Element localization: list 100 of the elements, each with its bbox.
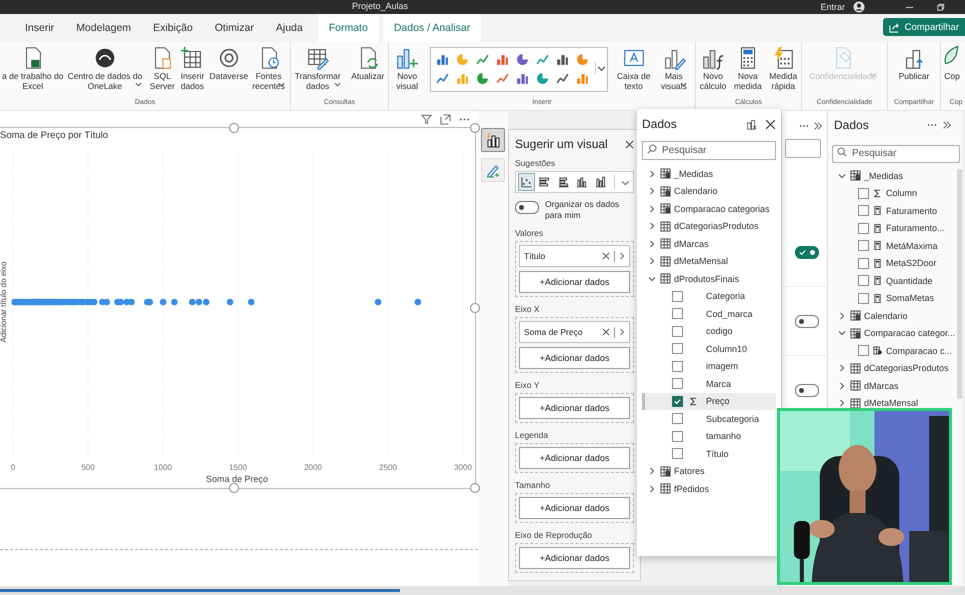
chart-type-icon[interactable] [516,53,529,66]
field-chip[interactable]: Soma de Preço [519,321,630,343]
resize-handle[interactable] [470,123,480,133]
field-item[interactable]: Faturamento... [830,220,957,237]
chevron-right-icon[interactable] [838,399,846,408]
chevron-right-icon[interactable] [619,252,625,260]
scroll-bar[interactable] [0,589,400,592]
format-visual-button[interactable] [481,158,505,182]
ribbon-button[interactable]: a de trabalho do Excel [1,45,64,91]
ribbon-button[interactable]: Publicar [898,45,930,81]
ribbon-button[interactable]: SQL Server [148,45,176,91]
search-field[interactable] [785,139,821,158]
remove-icon[interactable] [602,328,610,336]
field-item[interactable]: Marca [642,375,776,392]
ribbon-button[interactable]: Dataverse [208,45,250,81]
avatar-icon[interactable] [853,1,865,13]
ribbon-tab[interactable]: Ajuda [264,14,314,42]
checkbox[interactable] [672,448,683,460]
toggle-switch[interactable] [515,201,539,214]
model-view-icon[interactable] [746,118,757,130]
ribbon-button[interactable]: Centro de dados do OneLake [66,45,146,88]
table-item[interactable]: dProdutosFinais [642,270,776,288]
toggle-switch[interactable] [795,384,819,396]
chevron-right-icon[interactable] [838,312,846,320]
chart-type-icon[interactable] [436,53,449,66]
table-item[interactable]: Calendario [642,182,776,200]
field-item[interactable]: Comparacao c... [830,342,957,360]
table-item[interactable]: dMetaMensal [642,252,776,270]
table-item[interactable]: Comparacao categorias [642,200,776,218]
chevron-right-icon[interactable] [648,222,656,230]
chevron-right-icon[interactable] [648,484,656,493]
ribbon-button[interactable]: Medida rápida [768,45,798,91]
checkbox[interactable] [672,413,683,424]
table-item[interactable]: _Medidas [642,165,776,182]
filter-icon[interactable] [421,114,432,124]
chevron-right-icon[interactable] [838,364,846,372]
table-item[interactable]: dCategoriasProdutos [642,218,776,235]
field-item[interactable]: Preço [642,392,776,410]
field-item[interactable]: imagem [642,358,776,375]
chart-type-icon[interactable] [519,174,534,190]
table-item[interactable]: dCategoriasProdutos [830,360,957,377]
table-item[interactable]: dMetaMensal [830,394,957,412]
scroll-bar[interactable] [957,169,962,399]
remove-icon[interactable] [602,252,610,260]
add-data-button[interactable]: +Adicionar dados [519,397,630,419]
checkbox[interactable] [672,343,683,354]
field-item[interactable]: Título [642,445,776,462]
close-icon[interactable] [625,140,634,148]
checkbox[interactable] [858,188,869,199]
table-item[interactable]: Comparacao categor... [830,324,957,342]
ribbon-button[interactable]: Transformar dados [294,45,345,88]
field-chip[interactable]: Título [519,245,630,267]
checkbox[interactable] [672,430,683,442]
focus-mode-icon[interactable] [440,114,451,124]
chevron-right-icon[interactable] [838,382,846,390]
chart-type-icon[interactable] [556,72,569,85]
checkbox[interactable] [858,275,869,286]
field-item[interactable]: Subcategoria [642,410,776,428]
ribbon-tab[interactable]: Otimizar [204,14,265,42]
toggle-switch[interactable] [795,314,819,328]
field-item[interactable]: Column10 [642,340,776,358]
checkbox[interactable] [858,292,869,304]
ribbon-button[interactable]: Novo visual [393,45,422,91]
ribbon-button[interactable]: Fontes recentes [251,45,289,88]
checkbox[interactable] [858,222,869,234]
add-data-button[interactable]: +Adicionar dados [519,347,630,369]
table-item[interactable]: dMarcas [830,377,957,394]
sign-in-link[interactable]: Entrar [820,2,845,12]
chart-type-icon[interactable] [516,72,529,85]
axis-title[interactable]: Adicionar título do eixo [0,262,8,342]
chevron-right-icon[interactable] [648,187,656,196]
chevron-right-icon[interactable] [648,257,656,266]
checkbox[interactable] [672,290,683,302]
resize-handle[interactable] [470,303,480,313]
field-item[interactable]: Categoria [642,288,776,305]
collapse-icon[interactable] [942,120,952,130]
field-item[interactable]: MetaS2Door [830,254,957,272]
ribbon-button[interactable]: Mais visuais [660,45,691,88]
search-field[interactable]: Pesquisar [642,141,776,160]
caret-icon[interactable] [594,62,607,74]
ribbon-tab[interactable]: Dados / Analisar [382,14,482,42]
restore-icon[interactable] [936,2,945,12]
field-item[interactable]: Column [830,184,957,202]
checkbox[interactable] [858,345,869,356]
resize-handle[interactable] [229,483,239,493]
chevron-right-icon[interactable] [619,328,625,336]
chart-type-icon[interactable] [436,72,449,85]
checkbox[interactable] [672,378,683,390]
checkbox[interactable] [858,258,869,269]
ribbon-tab[interactable]: Formato [318,14,379,42]
ribbon-tab[interactable]: Modelagem [65,14,142,42]
field-item[interactable]: tamanho [642,428,776,445]
close-icon[interactable] [765,118,776,130]
field-item[interactable]: Cod_marca [642,305,776,322]
field-item[interactable]: MetáMaxima [830,237,957,254]
checkbox[interactable] [858,205,869,216]
search-field[interactable]: Pesquisar [832,144,960,162]
checkbox[interactable] [672,326,683,337]
add-data-button[interactable]: +Adicionar dados [519,271,630,293]
table-item[interactable]: fPedidos [642,480,776,498]
